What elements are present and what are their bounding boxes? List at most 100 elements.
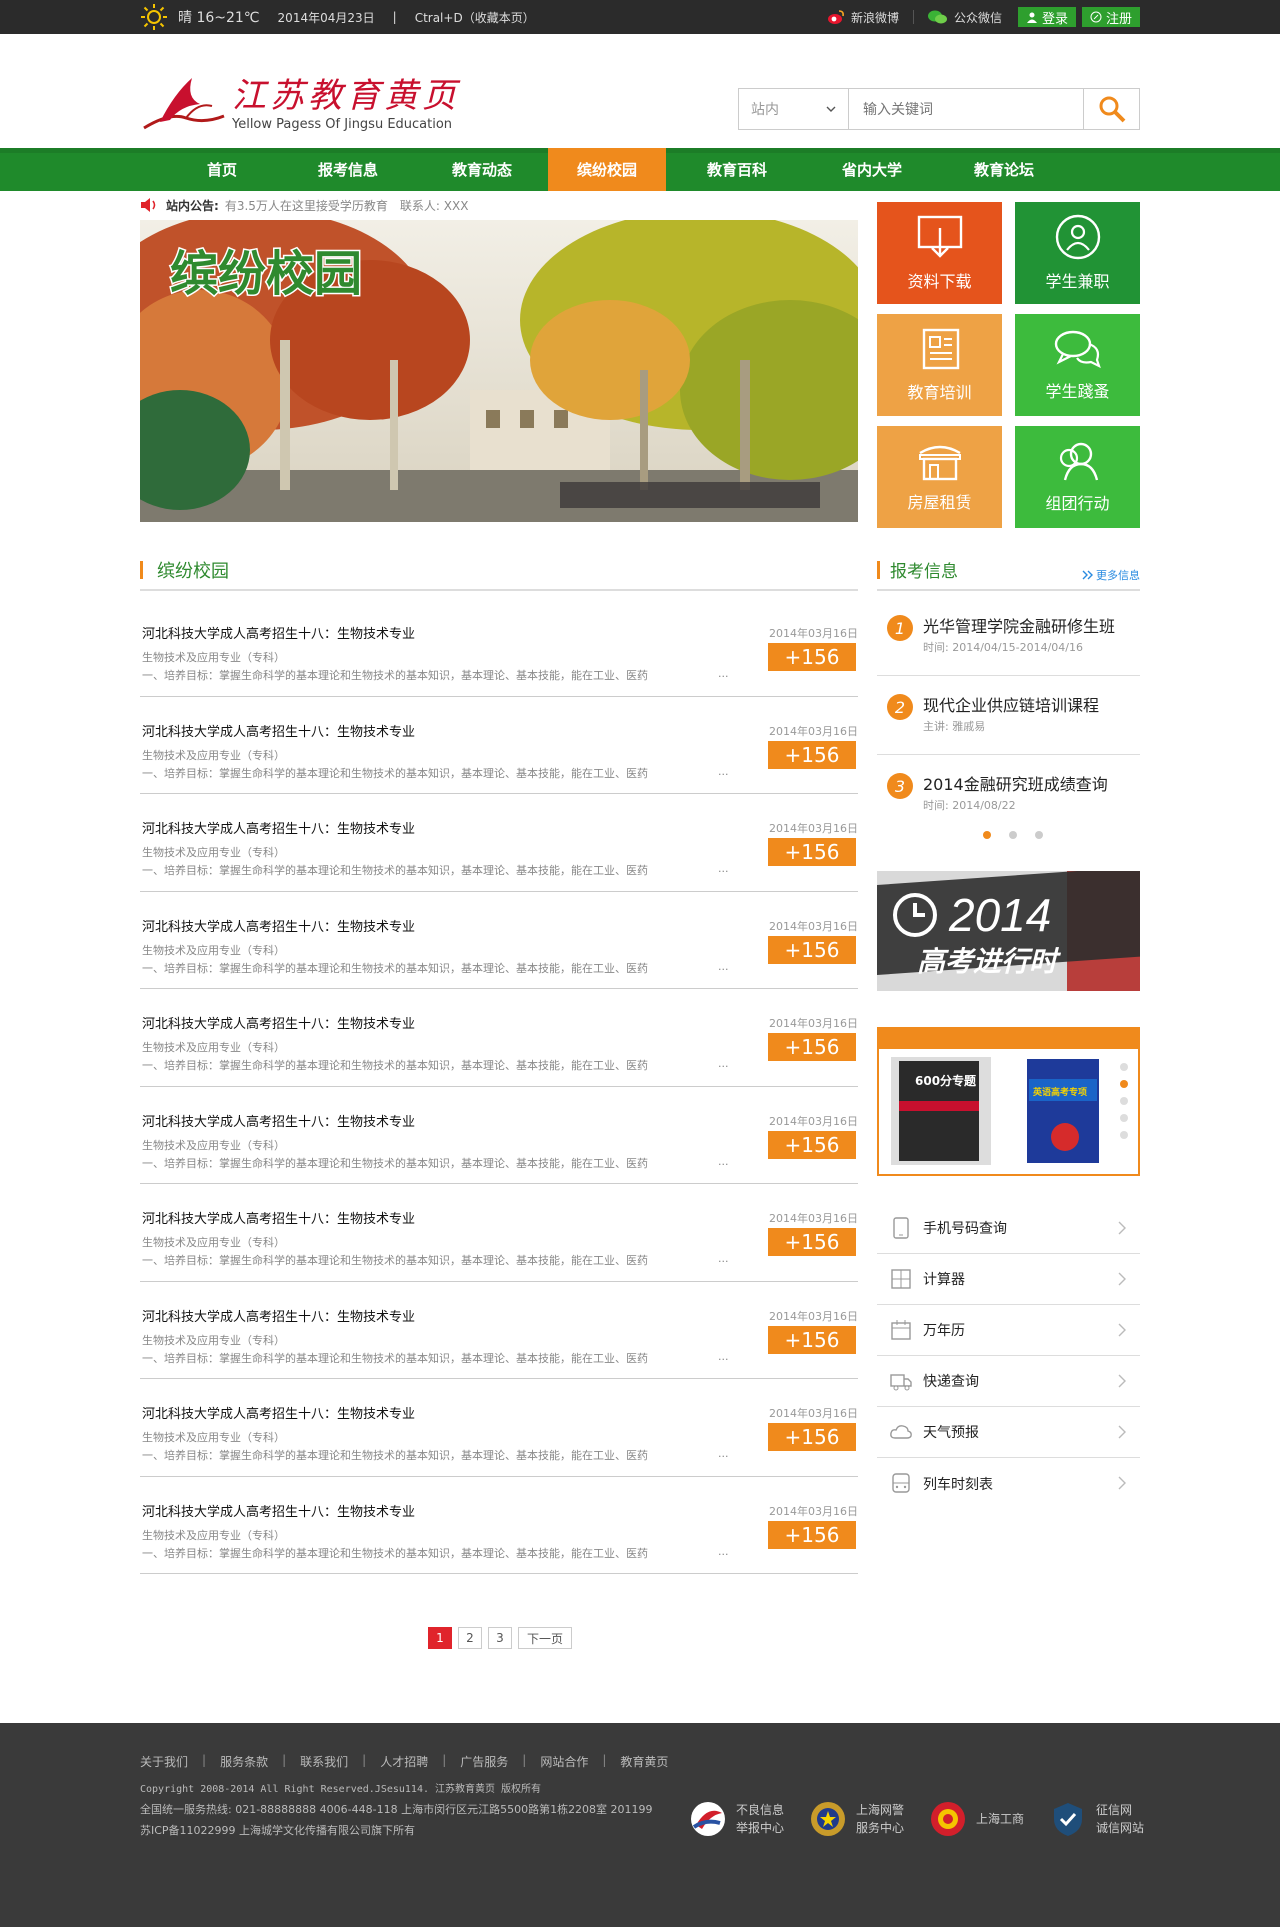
- list-item[interactable]: 河北科技大学成人高考招生十八：生物技术专业 生物技术及应用专业（专科） 一、培养…: [140, 989, 858, 1087]
- exam-item[interactable]: 2 现代企业供应链培训课程 主讲: 雅戚易: [877, 676, 1140, 755]
- search-scope-select[interactable]: 站内: [739, 89, 849, 129]
- item-title[interactable]: 河北科技大学成人高考招生十八：生物技术专业: [142, 1208, 415, 1227]
- footer-link-contact[interactable]: 联系我们: [300, 1753, 348, 1770]
- list-item[interactable]: 河北科技大学成人高考招生十八：生物技术专业 生物技术及应用专业（专科） 一、培养…: [140, 794, 858, 892]
- exam-item[interactable]: 3 2014金融研究班成绩查询 时间: 2014/08/22: [877, 755, 1140, 834]
- tile-download[interactable]: 资料下载: [877, 202, 1002, 304]
- notice-text[interactable]: 有3.5万人在这里接受学历教育: [225, 197, 388, 214]
- badge-credit[interactable]: 征信网 诚信网站: [1048, 1799, 1150, 1839]
- header: 江苏教育黄页 Yellow Pagess Of Jingsu Education…: [0, 34, 1280, 148]
- list-item[interactable]: 河北科技大学成人高考招生十八：生物技术专业 生物技术及应用专业（专科） 一、培养…: [140, 599, 858, 697]
- item-count-button[interactable]: +156: [768, 838, 856, 866]
- list-item[interactable]: 河北科技大学成人高考招生十八：生物技术专业 生物技术及应用专业（专科） 一、培养…: [140, 1477, 858, 1574]
- item-count-button[interactable]: +156: [768, 1423, 856, 1451]
- item-title[interactable]: 河北科技大学成人高考招生十八：生物技术专业: [142, 1403, 415, 1422]
- exam-item-title[interactable]: 2014金融研究班成绩查询: [923, 771, 1108, 795]
- more-info-link[interactable]: 更多信息: [1082, 567, 1140, 583]
- carousel-dot[interactable]: [1009, 831, 1017, 839]
- campus-banner[interactable]: 缤纷校园: [140, 220, 858, 522]
- tool-calendar[interactable]: 万年历: [877, 1305, 1140, 1356]
- tile-group[interactable]: 组团行动: [1015, 426, 1140, 528]
- exam-item-title[interactable]: 光华管理学院金融研修生班: [923, 613, 1115, 637]
- tool-label: 天气预报: [923, 1425, 979, 1441]
- tool-calculator[interactable]: 计算器: [877, 1254, 1140, 1305]
- item-title[interactable]: 河北科技大学成人高考招生十八：生物技术专业: [142, 1111, 415, 1130]
- section-rule: [140, 589, 858, 591]
- footer-link-partners[interactable]: 网站合作: [540, 1753, 588, 1770]
- tile-rental[interactable]: 房屋租赁: [877, 426, 1002, 528]
- gaokao-ad[interactable]: 2014 高考进行时: [877, 871, 1140, 991]
- tile-flea-market[interactable]: 学生踐蚤: [1015, 314, 1140, 416]
- item-count-button[interactable]: +156: [768, 1228, 856, 1256]
- list-item[interactable]: 河北科技大学成人高考招生十八：生物技术专业 生物技术及应用专业（专科） 一、培养…: [140, 892, 858, 989]
- footer-link-terms[interactable]: 服务条款: [220, 1753, 268, 1770]
- carousel-dot-active[interactable]: [983, 831, 991, 839]
- page-3[interactable]: 3: [488, 1627, 512, 1649]
- nav-universities[interactable]: 省内大学: [808, 148, 936, 191]
- item-count-button[interactable]: +156: [768, 1033, 856, 1061]
- tool-label: 计算器: [923, 1272, 965, 1288]
- tool-train[interactable]: 列车时刻表: [877, 1458, 1140, 1509]
- footer-link-jobs[interactable]: 人才招聘: [380, 1753, 428, 1770]
- footer-link-about[interactable]: 关于我们: [140, 1753, 188, 1770]
- badge-police[interactable]: 上海网警 服务中心: [808, 1799, 910, 1839]
- exam-item-title[interactable]: 现代企业供应链培训课程: [923, 692, 1099, 716]
- tool-weather[interactable]: 天气预报: [877, 1407, 1140, 1458]
- wechat-link[interactable]: 公众微信: [927, 9, 1002, 26]
- page-1[interactable]: 1: [428, 1627, 452, 1649]
- badge-line2: 诚信网站: [1096, 1821, 1145, 1835]
- site-logo[interactable]: 江苏教育黄页 Yellow Pagess Of Jingsu Education: [140, 72, 460, 132]
- exam-item[interactable]: 1 光华管理学院金融研修生班 时间: 2014/04/15-2014/04/16: [877, 597, 1140, 676]
- item-desc: 一、培养目标：掌握生命科学的基本理论和生物技术的基本知识，基本理论、基本技能，能…: [142, 1156, 648, 1170]
- carousel-dot-active[interactable]: [1120, 1080, 1128, 1088]
- nav-forum[interactable]: 教育论坛: [936, 148, 1072, 191]
- carousel-dot[interactable]: [1120, 1097, 1128, 1105]
- item-count-button[interactable]: +156: [768, 643, 856, 671]
- item-count-button[interactable]: +156: [768, 740, 856, 769]
- item-count-button[interactable]: +156: [768, 1325, 856, 1354]
- list-item[interactable]: 河北科技大学成人高考招生十八：生物技术专业 生物技术及应用专业（专科） 一、培养…: [140, 1087, 858, 1184]
- tile-training[interactable]: 教育培训: [877, 314, 1002, 416]
- exam-rule: [877, 589, 1140, 591]
- tool-express[interactable]: 快递查询: [877, 1356, 1140, 1407]
- item-title[interactable]: 河北科技大学成人高考招生十八：生物技术专业: [142, 818, 415, 837]
- list-item[interactable]: 河北科技大学成人高考招生十八：生物技术专业 生物技术及应用专业（专科） 一、培养…: [140, 697, 858, 794]
- carousel-dot[interactable]: [1120, 1063, 1128, 1071]
- weibo-link[interactable]: 新浪微博: [827, 9, 899, 26]
- item-count-button[interactable]: +156: [768, 935, 856, 964]
- search-input[interactable]: [849, 89, 1083, 129]
- footer-link-ads[interactable]: 广告服务: [460, 1753, 508, 1770]
- carousel-dot[interactable]: [1120, 1114, 1128, 1122]
- item-title[interactable]: 河北科技大学成人高考招生十八：生物技术专业: [142, 1501, 415, 1520]
- footer-link-yellowpages[interactable]: 教育黄页: [620, 1753, 668, 1770]
- nav-campus[interactable]: 缤纷校园: [548, 148, 666, 191]
- search-button[interactable]: [1083, 89, 1139, 129]
- edit-icon: [1090, 11, 1102, 23]
- tool-phone-lookup[interactable]: 手机号码查询: [877, 1203, 1140, 1254]
- item-title[interactable]: 河北科技大学成人高考招生十八：生物技术专业: [142, 916, 415, 935]
- badge-report-center[interactable]: 不良信息 举报中心: [688, 1799, 790, 1839]
- carousel-dot[interactable]: [1035, 831, 1043, 839]
- register-button[interactable]: 注册: [1081, 7, 1140, 27]
- nav-home[interactable]: 首页: [164, 148, 280, 191]
- item-title[interactable]: 河北科技大学成人高考招生十八：生物技术专业: [142, 623, 415, 642]
- login-button[interactable]: 登录: [1017, 7, 1076, 27]
- item-title[interactable]: 河北科技大学成人高考招生十八：生物技术专业: [142, 721, 415, 740]
- list-item[interactable]: 河北科技大学成人高考招生十八：生物技术专业 生物技术及应用专业（专科） 一、培养…: [140, 1379, 858, 1477]
- item-count-button[interactable]: +156: [768, 1520, 856, 1549]
- item-title[interactable]: 河北科技大学成人高考招生十八：生物技术专业: [142, 1013, 415, 1032]
- next-page-button[interactable]: 下一页: [518, 1627, 573, 1649]
- nav-education-news[interactable]: 教育动态: [416, 148, 548, 191]
- list-item[interactable]: 河北科技大学成人高考招生十八：生物技术专业 生物技术及应用专业（专科） 一、培养…: [140, 1282, 858, 1379]
- page-2[interactable]: 2: [458, 1627, 482, 1649]
- badge-commerce[interactable]: 上海工商: [928, 1799, 1030, 1839]
- item-count-button[interactable]: +156: [768, 1130, 856, 1159]
- footer-separator: |: [362, 1753, 367, 1767]
- nav-encyclopedia[interactable]: 教育百科: [666, 148, 808, 191]
- list-item[interactable]: 河北科技大学成人高考招生十八：生物技术专业 生物技术及应用专业（专科） 一、培养…: [140, 1184, 858, 1282]
- item-title[interactable]: 河北科技大学成人高考招生十八：生物技术专业: [142, 1306, 415, 1325]
- carousel-dot[interactable]: [1120, 1131, 1128, 1139]
- nav-exam-info[interactable]: 报考信息: [280, 148, 416, 191]
- tile-parttime[interactable]: 学生兼职: [1015, 202, 1140, 304]
- bookmark-link[interactable]: Ctral+D（收藏本页）: [415, 9, 535, 26]
